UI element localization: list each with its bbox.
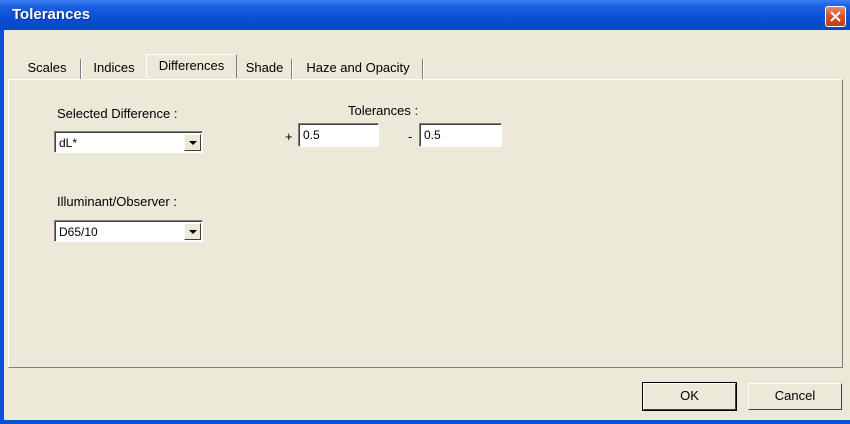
close-icon xyxy=(830,11,841,22)
minus-tolerance-field[interactable]: 0.5 xyxy=(419,123,502,147)
selected-difference-dropdown[interactable]: dL* xyxy=(54,131,203,153)
tab-differences[interactable]: Differences xyxy=(146,54,237,78)
tolerances-dialog: Tolerances Scales Indices Differences Sh… xyxy=(0,0,850,424)
minus-tolerance-value: 0.5 xyxy=(424,128,441,142)
tab-separator xyxy=(422,59,424,79)
tolerances-label: Tolerances : xyxy=(348,103,419,118)
tab-separator xyxy=(80,59,82,79)
close-button[interactable] xyxy=(825,6,846,27)
window-frame-left xyxy=(0,30,4,424)
cancel-button[interactable]: Cancel xyxy=(748,383,842,410)
title-bar[interactable]: Tolerances xyxy=(0,0,850,30)
tab-indices[interactable]: Indices xyxy=(85,58,143,78)
window-frame-bottom xyxy=(0,420,850,424)
illuminant-observer-dropdown[interactable]: D65/10 xyxy=(54,220,203,242)
tab-shade[interactable]: Shade xyxy=(240,58,289,78)
window-title: Tolerances xyxy=(12,6,91,23)
ok-button[interactable]: OK xyxy=(642,382,737,411)
selected-difference-label: Selected Difference : xyxy=(57,106,178,121)
illuminant-observer-value: D65/10 xyxy=(59,225,98,239)
tab-scales[interactable]: Scales xyxy=(16,58,78,78)
selected-difference-value: dL* xyxy=(59,136,78,150)
minus-sign: - xyxy=(408,129,413,144)
tab-haze-and-opacity[interactable]: Haze and Opacity xyxy=(296,58,420,78)
tab-separator xyxy=(291,59,293,79)
chevron-down-icon[interactable] xyxy=(184,223,201,240)
plus-tolerance-value: 0.5 xyxy=(303,128,320,142)
plus-tolerance-field[interactable]: 0.5 xyxy=(298,123,379,147)
illuminant-observer-label: Illuminant/Observer : xyxy=(57,194,177,209)
plus-sign: + xyxy=(285,129,293,144)
chevron-down-icon[interactable] xyxy=(184,134,201,151)
